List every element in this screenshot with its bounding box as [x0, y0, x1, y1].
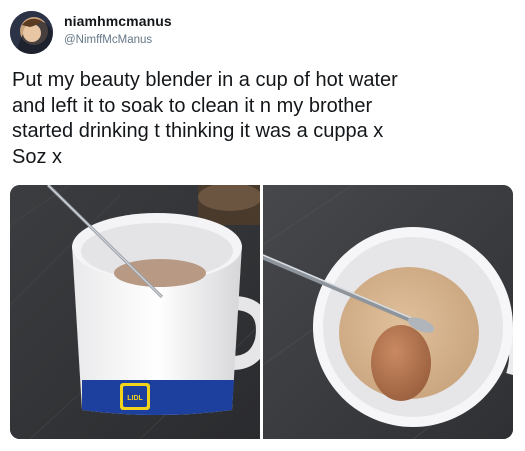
- tweet-card: niamhmcmanus @NimffMcManus Put my beauty…: [0, 0, 525, 451]
- mug-top-view-photo[interactable]: [263, 185, 513, 439]
- mug-with-spoon-photo[interactable]: LIDL: [10, 185, 260, 439]
- tweet-media[interactable]: LIDL: [10, 185, 513, 439]
- avatar[interactable]: [10, 11, 53, 54]
- svg-text:LIDL: LIDL: [127, 395, 143, 402]
- display-name[interactable]: niamhmcmanus: [64, 13, 172, 29]
- user-handle[interactable]: @NimffMcManus: [64, 34, 152, 46]
- tweet-text: Put my beauty blender in a cup of hot wa…: [12, 69, 398, 168]
